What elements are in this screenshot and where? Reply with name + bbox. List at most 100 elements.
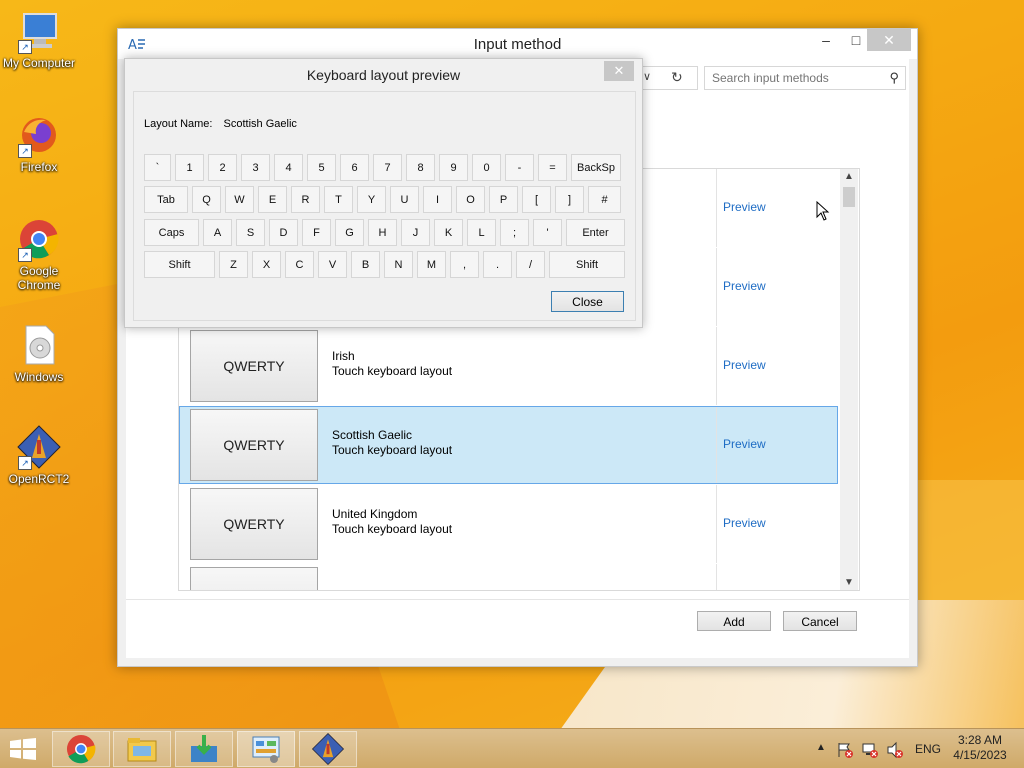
key-row2-9: O — [456, 186, 485, 213]
key-row3-3: D — [269, 219, 298, 246]
close-button[interactable]: ✕ — [867, 29, 911, 51]
refresh-icon[interactable]: ↻ — [671, 69, 683, 86]
key-row1-12: = — [538, 154, 567, 181]
show-hidden-icons-chevron-icon[interactable]: ▲ — [816, 742, 826, 753]
preview-link[interactable]: Preview — [723, 437, 766, 451]
key-row4-5: B — [351, 251, 380, 278]
layout-name: Irish — [332, 349, 355, 363]
vertical-scrollbar[interactable]: ▲ ▼ — [840, 169, 858, 590]
dialog-close-button[interactable]: ✕ — [604, 61, 634, 81]
key-row2-0: Tab — [144, 186, 188, 213]
key-row1-3: 3 — [241, 154, 270, 181]
desktop-icon-firefox[interactable]: ↗ Firefox — [0, 112, 78, 174]
taskbar: ▲ ENG 3:28 AM 4/15/2023 — [0, 728, 1024, 768]
close-dialog-button[interactable]: Close — [551, 291, 624, 312]
search-box[interactable]: ⚲ — [704, 66, 906, 90]
key-row3-1: A — [203, 219, 232, 246]
key-row1-9: 9 — [439, 154, 468, 181]
add-button[interactable]: Add — [697, 611, 771, 631]
column-divider — [716, 485, 717, 563]
list-item[interactable] — [179, 564, 838, 590]
key-row3-5: G — [335, 219, 364, 246]
taskbar-file-explorer[interactable] — [113, 731, 171, 767]
desktop-icon-google-chrome[interactable]: ↗ Google Chrome — [0, 216, 78, 292]
layout-description: Irish Touch keyboard layout — [332, 349, 452, 379]
clock-time: 3:28 AM — [957, 733, 1003, 747]
key-row1-7: 7 — [373, 154, 402, 181]
key-row2-10: P — [489, 186, 518, 213]
openrct2-icon — [311, 732, 345, 766]
language-indicator[interactable]: ENG — [915, 742, 941, 756]
preview-link[interactable]: Preview — [723, 279, 766, 293]
footer-divider — [126, 599, 909, 600]
list-item[interactable]: QWERTY Irish Touch keyboard layout Previ… — [179, 327, 838, 405]
key-row4-7: M — [417, 251, 446, 278]
download-icon — [191, 735, 217, 762]
search-input[interactable] — [710, 67, 884, 89]
search-icon[interactable]: ⚲ — [889, 70, 899, 86]
window-titlebar[interactable]: A Input method – □ ✕ — [118, 29, 917, 59]
cancel-button[interactable]: Cancel — [783, 611, 857, 631]
scroll-down-icon[interactable]: ▼ — [844, 577, 854, 588]
key-row4-9: . — [483, 251, 512, 278]
firefox-icon: ↗ — [16, 112, 62, 158]
key-row3-6: H — [368, 219, 397, 246]
preview-link[interactable]: Preview — [723, 516, 766, 530]
layout-name-label: Layout Name: — [144, 118, 213, 130]
key-row4-1: Z — [219, 251, 248, 278]
scrollbar-thumb[interactable] — [843, 187, 855, 207]
taskbar-downloader[interactable] — [175, 731, 233, 767]
network-icon[interactable] — [861, 741, 879, 759]
key-row2-1: Q — [192, 186, 221, 213]
layout-thumbnail: QWERTY — [190, 409, 318, 481]
scroll-up-icon[interactable]: ▲ — [844, 171, 854, 182]
key-row3-12: Enter — [566, 219, 625, 246]
disc-file-icon — [16, 322, 62, 368]
column-divider — [716, 407, 717, 483]
start-button[interactable] — [8, 738, 38, 760]
key-row4-0: Shift — [144, 251, 215, 278]
desktop-icon-openrct2[interactable]: ↗ OpenRCT2 — [0, 424, 78, 486]
desktop-icon-my-computer[interactable]: ↗ My Computer — [0, 8, 78, 70]
openrct2-icon: ↗ — [16, 424, 62, 470]
key-row4-8: , — [450, 251, 479, 278]
key-row1-5: 5 — [307, 154, 336, 181]
key-row1-10: 0 — [472, 154, 501, 181]
minimize-button[interactable]: – — [811, 29, 841, 51]
layout-type: Touch keyboard layout — [332, 522, 453, 536]
key-row1-0: ` — [144, 154, 171, 181]
key-row1-11: - — [505, 154, 534, 181]
key-row3-0: Caps — [144, 219, 199, 246]
list-item[interactable]: QWERTY United Kingdom Touch keyboard lay… — [179, 485, 838, 563]
dialog-content: Layout Name: Scottish Gaelic ` 1 2 3 4 5 6 7 8 9 0… — [133, 91, 636, 321]
clock-date: 4/15/2023 — [953, 748, 1007, 762]
column-divider — [716, 248, 717, 326]
key-row2-12: ] — [555, 186, 584, 213]
taskbar-openrct2[interactable] — [299, 731, 357, 767]
action-center-flag-icon[interactable] — [836, 741, 854, 759]
key-row2-2: W — [225, 186, 254, 213]
key-row4-10: / — [516, 251, 545, 278]
volume-muted-icon[interactable] — [886, 741, 904, 759]
chrome-icon: ↗ — [16, 216, 62, 262]
chevron-down-icon[interactable]: ∨ — [643, 70, 651, 83]
layout-description: United Kingdom Touch keyboard layout — [332, 507, 452, 537]
taskbar-chrome[interactable] — [52, 731, 110, 767]
key-row4-4: V — [318, 251, 347, 278]
key-row3-9: L — [467, 219, 496, 246]
list-item-selected[interactable]: QWERTY Scottish Gaelic Touch keyboard la… — [179, 406, 838, 484]
key-row2-6: Y — [357, 186, 386, 213]
key-row2-11: [ — [522, 186, 551, 213]
clock[interactable]: 3:28 AM 4/15/2023 — [950, 733, 1010, 763]
layout-thumbnail: QWERTY — [190, 330, 318, 402]
preview-link[interactable]: Preview — [723, 200, 766, 214]
column-divider — [716, 564, 717, 590]
dialog-title: Keyboard layout preview — [306, 67, 461, 83]
taskbar-control-panel[interactable] — [237, 731, 295, 767]
folder-icon — [127, 738, 157, 762]
key-row1-8: 8 — [406, 154, 435, 181]
layout-name-row: Layout Name: Scottish Gaelic — [144, 118, 297, 130]
key-row4-2: X — [252, 251, 281, 278]
desktop-icon-windows[interactable]: Windows — [0, 322, 78, 384]
preview-link[interactable]: Preview — [723, 358, 766, 372]
